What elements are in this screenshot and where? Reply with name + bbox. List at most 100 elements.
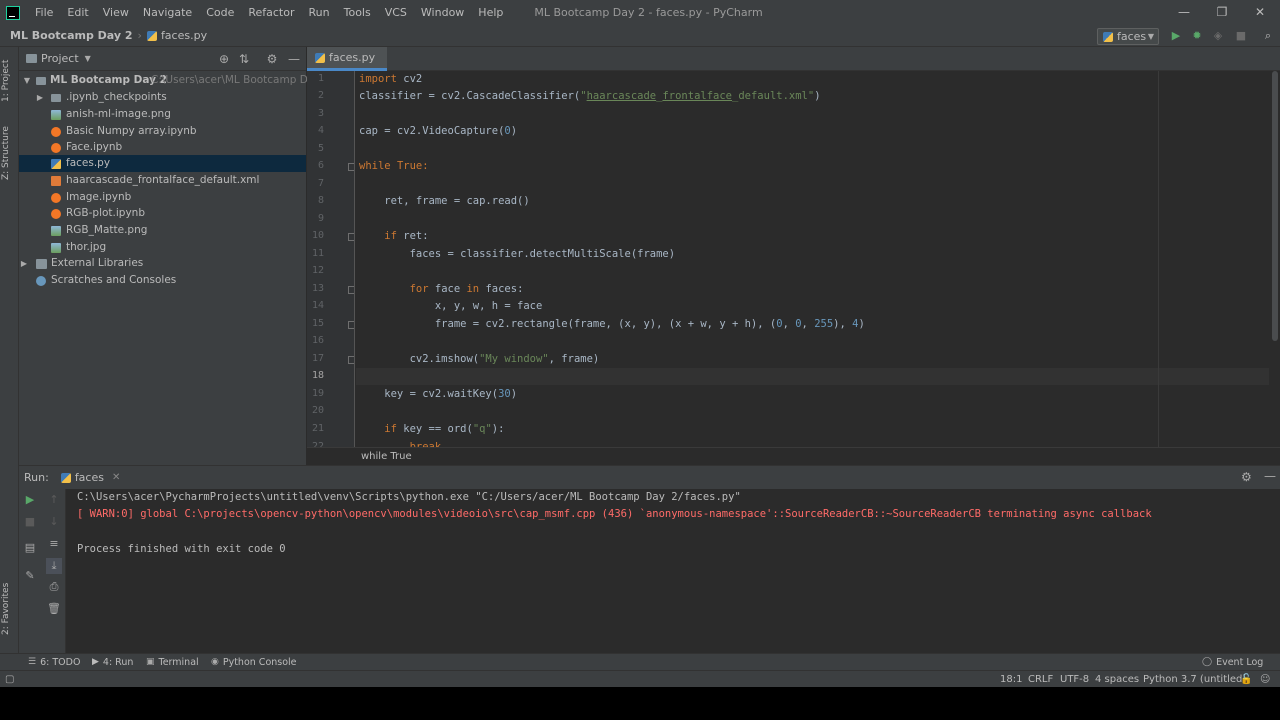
tree-item[interactable]: RGB-plot.ipynb (19, 205, 306, 222)
tree-item[interactable]: haarcascade_frontalface_default.xml (19, 172, 306, 189)
trash-icon[interactable]: 🗑 (46, 601, 62, 617)
run-icon[interactable]: ▶ (1168, 28, 1184, 44)
scrollbar-thumb[interactable] (1272, 71, 1278, 341)
python-console-tool-button[interactable]: ◉ Python Console (211, 654, 297, 671)
inspector-icon[interactable]: ☺ (1260, 671, 1270, 688)
tree-item[interactable]: Image.ipynb (19, 189, 306, 206)
hide-panel-icon[interactable]: — (286, 51, 302, 67)
tree-item[interactable]: RGB_Matte.png (19, 222, 306, 239)
scroll-to-end-icon[interactable]: ⤓ (46, 558, 62, 574)
breadcrumb-project[interactable]: ML Bootcamp Day 2 (0, 29, 133, 42)
fold-close-icon[interactable] (348, 321, 354, 329)
tree-item[interactable]: anish-ml-image.png (19, 106, 306, 123)
tree-scratches[interactable]: Scratches and Consoles (19, 272, 306, 289)
code-editor[interactable]: import cv2 classifier = cv2.CascadeClass… (356, 71, 1269, 447)
right-margin-guide (1158, 71, 1159, 447)
down-arrow-icon[interactable]: ↓ (46, 514, 62, 530)
file-encoding[interactable]: UTF-8 (1060, 671, 1089, 688)
code-line: break (409, 441, 442, 447)
menu-refactor[interactable]: Refactor (241, 0, 301, 25)
line-separator[interactable]: CRLF (1028, 671, 1053, 688)
minimize-button[interactable]: — (1165, 0, 1203, 25)
python-interpreter[interactable]: Python 3.7 (untitled) (1143, 671, 1246, 688)
menu-edit[interactable]: Edit (60, 0, 95, 25)
breadcrumb-file[interactable]: faces.py (146, 29, 207, 42)
indent-setting[interactable]: 4 spaces (1095, 671, 1139, 688)
menu-file[interactable]: File (28, 0, 60, 25)
fold-open-icon[interactable] (348, 233, 354, 241)
console-output[interactable]: C:\Users\acer\PycharmProjects\untitled\v… (66, 489, 1280, 653)
tree-item-label: thor.jpg (66, 241, 107, 253)
up-arrow-icon[interactable]: ↑ (46, 492, 62, 508)
event-log-button[interactable]: ◯ Event Log (1202, 654, 1263, 671)
editor-breadcrumb[interactable]: while True (307, 447, 1280, 465)
chevron-down-icon[interactable]: ▼ (85, 54, 91, 63)
menu-view[interactable]: View (96, 0, 136, 25)
fold-open-icon[interactable] (348, 163, 354, 171)
locate-file-icon[interactable]: ⊕ (216, 51, 232, 67)
tree-item[interactable]: ▶ .ipynb_checkpoints (19, 89, 306, 106)
menu-run[interactable]: Run (302, 0, 337, 25)
run-tool-button[interactable]: ▶ 4: Run (92, 654, 133, 671)
tab-faces-py[interactable]: faces.py (307, 47, 388, 71)
stop-icon[interactable]: ■ (1233, 28, 1249, 44)
tree-item-selected[interactable]: faces.py (19, 155, 306, 172)
hide-panel-icon[interactable]: — (1264, 469, 1276, 483)
editor-scrollbar[interactable] (1269, 71, 1280, 447)
tree-external-libraries[interactable]: ▶ External Libraries (19, 255, 306, 272)
run-panel-header: Run: faces ✕ ⚙ — (19, 465, 1280, 489)
run-tab-faces[interactable]: faces ✕ (60, 471, 120, 484)
tree-item[interactable]: thor.jpg (19, 239, 306, 256)
fold-close-icon[interactable] (348, 356, 354, 364)
chevron-down-icon[interactable]: ▼ (22, 72, 32, 89)
todo-tool-button[interactable]: ☰ 6: TODO (28, 654, 80, 671)
menu-code[interactable]: Code (199, 0, 241, 25)
menu-tools[interactable]: Tools (337, 0, 378, 25)
tree-item[interactable]: Basic Numpy array.ipynb (19, 123, 306, 140)
pycharm-logo-icon (6, 5, 20, 20)
scratches-icon (36, 276, 46, 286)
menu-vcs[interactable]: VCS (378, 0, 414, 25)
project-panel-title[interactable]: Project (41, 52, 79, 65)
pin-icon[interactable]: ✎ (22, 568, 38, 584)
tree-item-label: anish-ml-image.png (66, 108, 171, 120)
chevron-right-icon[interactable]: ▶ (35, 89, 45, 106)
run-configuration-select[interactable]: faces ▼ (1097, 28, 1159, 45)
chevron-right-icon[interactable]: ▶ (19, 255, 29, 272)
layout-icon[interactable]: ▤ (22, 540, 38, 556)
menu-navigate[interactable]: Navigate (136, 0, 199, 25)
tree-item[interactable]: Face.ipynb (19, 139, 306, 156)
debug-icon[interactable]: ✹ (1189, 28, 1205, 44)
terminal-tool-button[interactable]: ▣ Terminal (146, 654, 199, 671)
console-warning-line: [ WARN:0] global C:\projects\opencv-pyth… (77, 508, 1152, 520)
print-icon[interactable]: ⎙ (46, 579, 62, 595)
menu-help[interactable]: Help (471, 0, 510, 25)
tool-windows-toggle-icon[interactable]: ▢ (5, 671, 14, 688)
menu-window[interactable]: Window (414, 0, 471, 25)
lock-icon[interactable]: 🔓 (1240, 671, 1252, 688)
collapse-all-icon[interactable]: ⇅ (236, 51, 252, 67)
fold-open-icon[interactable] (348, 286, 354, 294)
notebook-file-icon (51, 193, 61, 203)
rerun-icon[interactable]: ▶ (22, 492, 38, 508)
gear-icon[interactable]: ⚙ (264, 51, 280, 67)
tree-item-label: Image.ipynb (66, 191, 132, 203)
project-panel-header: Project ▼ ⊕ ⇅ ⚙ — (19, 47, 306, 71)
library-icon (36, 259, 47, 269)
close-icon[interactable]: ✕ (112, 472, 120, 483)
coverage-icon[interactable]: ◈ (1210, 28, 1226, 44)
stop-icon[interactable]: ■ (22, 514, 38, 530)
line-number: 15 (311, 318, 324, 329)
gear-icon[interactable]: ⚙ (1241, 470, 1252, 484)
soft-wrap-icon[interactable]: ≡ (46, 536, 62, 552)
structure-tool-tab[interactable]: Z: Structure (1, 123, 18, 183)
tree-root[interactable]: ▼ ML Bootcamp Day 2 C:\Users\acer\ML Boo… (19, 72, 331, 89)
code-line: for face in faces: (409, 283, 524, 295)
line-number: 8 (317, 195, 324, 206)
favorites-tool-tab[interactable]: 2: Favorites (1, 581, 18, 637)
cursor-position[interactable]: 18:1 (1000, 671, 1022, 688)
close-window-button[interactable]: ✕ (1241, 0, 1279, 25)
project-tool-tab[interactable]: 1: Project (1, 57, 18, 105)
search-icon[interactable]: ⌕ (1260, 28, 1276, 44)
maximize-button[interactable]: ❐ (1203, 0, 1241, 25)
